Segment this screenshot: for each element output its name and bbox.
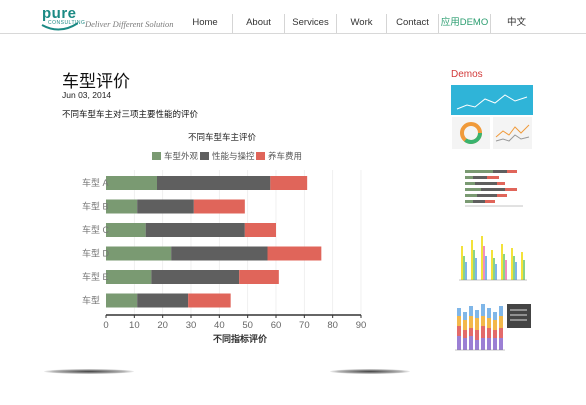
- x-tick-label-6: 60: [271, 320, 282, 331]
- nav-work[interactable]: Work: [336, 14, 386, 33]
- logo-subtext: CONSULTING: [48, 20, 86, 26]
- post-date: Jun 03, 2014: [62, 90, 112, 100]
- chart-x-axis-title: 不同指标评价: [213, 333, 268, 343]
- x-tick-label-3: 30: [186, 320, 197, 331]
- chart-x-axis: 0 10 20 30 40 50 60 70 80 90: [103, 314, 367, 331]
- shadow-left: [44, 369, 134, 374]
- bar-5-1[interactable]: [137, 293, 189, 308]
- chart-legend: 车型外观 性能与操控 养车费用: [152, 151, 302, 161]
- bar-4-0[interactable]: [106, 270, 152, 284]
- shadow-right: [330, 369, 410, 374]
- chart-bars: [106, 176, 322, 308]
- x-tick-label-7: 70: [299, 320, 310, 331]
- nav-demo[interactable]: 应用DEMO: [438, 14, 490, 33]
- bar-3-1[interactable]: [171, 246, 268, 261]
- legend-label-0[interactable]: 车型外观: [164, 151, 199, 161]
- x-tick-label-4: 40: [214, 320, 225, 331]
- bar-0-0[interactable]: [106, 176, 157, 190]
- nav-about[interactable]: About: [232, 14, 284, 33]
- demos-heading: Demos: [451, 69, 483, 80]
- bar-2-1[interactable]: [145, 223, 245, 237]
- chart-title: 不同车型车主评价: [188, 132, 257, 142]
- x-tick-label-5: 50: [242, 320, 253, 331]
- nav-services[interactable]: Services: [284, 14, 336, 33]
- y-label-4: 车型 E: [82, 271, 109, 282]
- y-label-5: 车型: [82, 295, 100, 306]
- demo-thumbnail-bar-chart[interactable]: [451, 158, 533, 218]
- y-label-0: 车型 A: [82, 177, 109, 188]
- chart-y-labels: 车型 A 车型 B 车型 C 车型 D 车型 E 车型: [82, 177, 110, 306]
- x-tick-label-0: 0: [103, 320, 108, 331]
- y-label-3: 车型 D: [82, 248, 110, 259]
- bar-0-2[interactable]: [270, 176, 308, 190]
- bar-1-2[interactable]: [193, 199, 245, 214]
- legend-label-2[interactable]: 养车费用: [268, 151, 302, 161]
- nav-home[interactable]: Home: [178, 14, 232, 33]
- bar-4-1[interactable]: [151, 270, 240, 284]
- bar-3-0[interactable]: [106, 246, 172, 261]
- bar-1-0[interactable]: [106, 199, 138, 214]
- bar-1-1[interactable]: [137, 199, 194, 214]
- stacked-bar-chart: 不同车型车主评价 车型外观 性能与操控 养车费用 车型 A车型 B车型 C车型 D车…: [82, 132, 367, 343]
- legend-swatch-1[interactable]: [200, 152, 209, 160]
- bar-3-2[interactable]: [267, 246, 322, 261]
- bar-2-0[interactable]: [106, 223, 146, 237]
- bar-5-2[interactable]: [188, 293, 231, 308]
- site-header: pure CONSULTING Deliver Different Soluti…: [0, 0, 586, 34]
- demo-thumbnail-column-chart[interactable]: [451, 226, 533, 286]
- nav-contact[interactable]: Contact: [386, 14, 438, 33]
- x-tick-label-2: 20: [157, 320, 168, 331]
- y-label-2: 车型 C: [82, 224, 110, 235]
- y-label-1: 车型 B: [82, 201, 109, 212]
- demo-thumbnail-stacked-column-chart[interactable]: [451, 294, 533, 356]
- legend-swatch-2[interactable]: [256, 152, 265, 160]
- nav-chinese[interactable]: 中文: [490, 14, 542, 33]
- legend-swatch-0[interactable]: [152, 152, 161, 160]
- x-tick-label-9: 90: [356, 320, 367, 331]
- bar-4-2[interactable]: [239, 270, 279, 284]
- legend-label-1[interactable]: 性能与操控: [212, 151, 255, 161]
- bar-0-1[interactable]: [157, 176, 271, 190]
- demo-thumbnail-dashboard[interactable]: [451, 85, 533, 151]
- bar-2-2[interactable]: [244, 223, 276, 237]
- logo[interactable]: pure CONSULTING Deliver Different Soluti…: [38, 5, 188, 31]
- x-tick-label-8: 80: [327, 320, 338, 331]
- post-description: 不同车型车主对三项主要性能的评价: [62, 109, 199, 119]
- bar-5-0[interactable]: [106, 293, 138, 308]
- chart-grid: [133, 170, 362, 315]
- page-title: 车型评价: [62, 72, 130, 91]
- x-tick-label-1: 10: [129, 320, 140, 331]
- tagline: Deliver Different Solution: [85, 19, 174, 29]
